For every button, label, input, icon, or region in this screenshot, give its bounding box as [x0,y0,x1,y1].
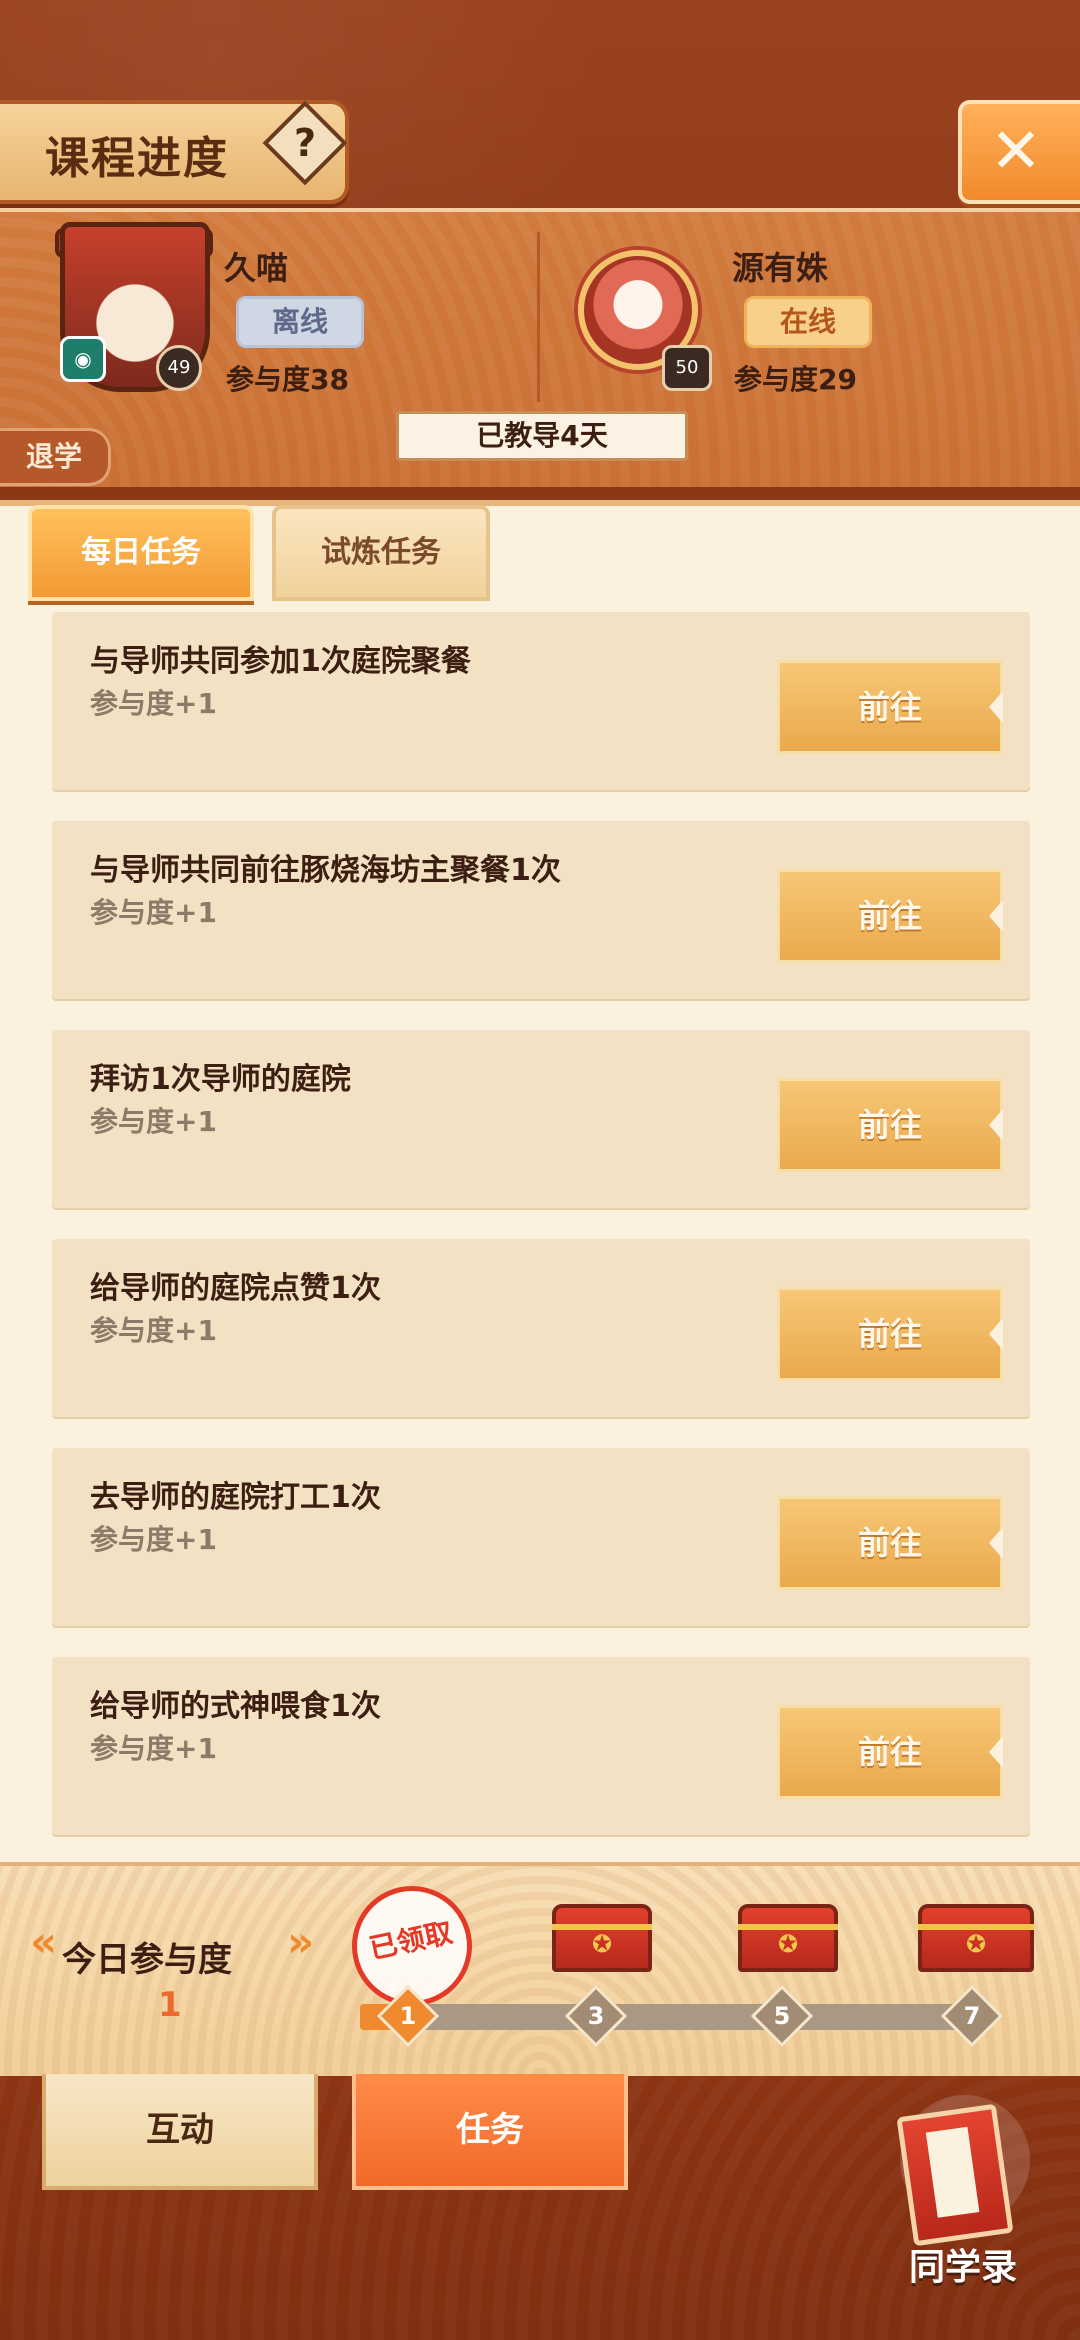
task-card: 与导师共同前往豚烧海坊主聚餐1次 参与度+1 前往 [52,821,1030,999]
task-card: 给导师的式神喂食1次 参与度+1 前往 [52,1657,1030,1835]
progress-track [360,2004,978,2030]
star-icon: ✪ [965,1930,987,1958]
go-button[interactable]: 前往 [777,1287,1003,1381]
right-arrow-icon: » [287,1917,315,1966]
mentor-2-name: 源有姝 [732,249,829,287]
close-icon: ✕ [990,114,1042,187]
mentor-1-status: 离线 [236,296,364,348]
star-icon: ✪ [777,1930,799,1958]
task-reward: 参与度+1 [90,687,217,720]
mentor-1-level: 49 [156,345,202,391]
quit-button[interactable]: 退学 [0,428,111,486]
go-button[interactable]: 前往 [777,869,1003,963]
task-card: 去导师的庭院打工1次 参与度+1 前往 [52,1448,1030,1626]
mentor-1-engagement: 参与度38 [226,363,349,396]
task-reward: 参与度+1 [90,1523,217,1556]
go-button[interactable]: 前往 [777,1078,1003,1172]
page-title: 课程进度 [45,133,229,184]
today-engagement-value: 1 [158,1985,182,2025]
task-card: 与导师共同参加1次庭院聚餐 参与度+1 前往 [52,612,1030,790]
tab-trial-tasks[interactable]: 试炼任务 [272,505,490,601]
task-reward: 参与度+1 [90,1732,217,1765]
classmates-label[interactable]: 同学录 [909,2238,1017,2290]
task-reward: 参与度+1 [90,1105,217,1138]
task-reward: 参与度+1 [90,896,217,929]
task-reward: 参与度+1 [90,1314,217,1347]
task-title: 去导师的庭院打工1次 [90,1480,381,1515]
task-title: 给导师的庭院点赞1次 [90,1271,381,1306]
task-button[interactable]: 任务 [352,2074,628,2190]
left-arrow-icon: « [30,1917,58,1966]
go-button[interactable]: 前往 [777,1496,1003,1590]
tab-daily-tasks[interactable]: 每日任务 [28,505,254,601]
task-card: 拜访1次导师的庭院 参与度+1 前往 [52,1030,1030,1208]
go-button[interactable]: 前往 [777,1705,1003,1799]
mentor-2-engagement: 参与度29 [734,363,857,396]
chat-icon[interactable]: ◉ [60,336,106,382]
interact-button[interactable]: 互动 [42,2074,318,2190]
reward-chest[interactable]: ✪ [552,1904,652,1972]
mentor-1-name: 久喵 [224,249,289,287]
task-title: 给导师的式神喂食1次 [90,1689,381,1724]
today-engagement-label: 今日参与度 [62,1940,232,1980]
task-title: 拜访1次导师的庭院 [90,1062,351,1097]
taught-days-badge: 已教导4天 [396,411,688,461]
star-icon: ✪ [591,1930,613,1958]
reward-chest[interactable]: ✪ [918,1904,1034,1972]
reward-chest[interactable]: ✪ [738,1904,838,1972]
mentor-2-level: 50 [662,345,712,391]
close-button[interactable]: ✕ [958,100,1080,204]
go-button[interactable]: 前往 [777,660,1003,754]
task-title: 与导师共同前往豚烧海坊主聚餐1次 [90,853,561,888]
mentor-2-status: 在线 [744,296,872,348]
task-card: 给导师的庭院点赞1次 参与度+1 前往 [52,1239,1030,1417]
mentor-divider [537,232,540,402]
classmates-book-icon[interactable] [896,2103,1014,2247]
task-title: 与导师共同参加1次庭院聚餐 [90,644,471,679]
